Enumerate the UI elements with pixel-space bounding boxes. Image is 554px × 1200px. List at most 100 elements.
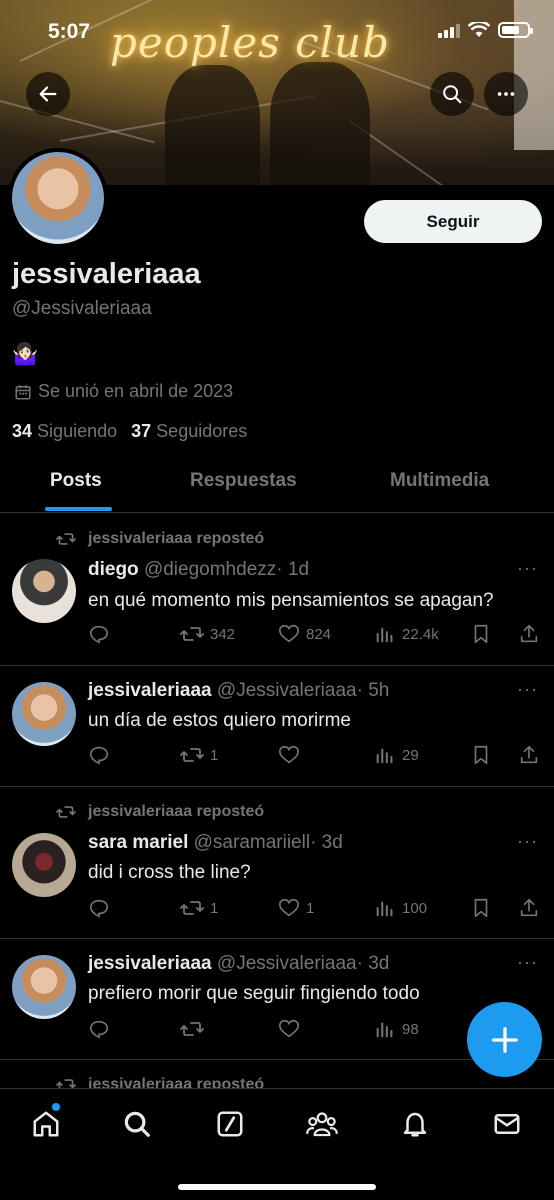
avatar[interactable]: [12, 682, 76, 746]
profile-joined: Se unió en abril de 2023: [14, 381, 233, 402]
views-button[interactable]: 100: [374, 897, 427, 919]
home-notification-dot: [52, 1103, 60, 1111]
follow-button[interactable]: Seguir: [364, 200, 542, 243]
views-count: 98: [402, 1020, 419, 1038]
repost-icon: [180, 627, 204, 641]
post-text: en qué momento mis pensamientos se apaga…: [88, 590, 494, 611]
repost-count: 1: [210, 746, 219, 764]
post-more-button[interactable]: ···: [517, 558, 538, 579]
repost-icon: [180, 901, 204, 915]
post-time: · 5h: [356, 680, 390, 701]
bookmark-button[interactable]: [470, 744, 492, 766]
views-count: 29: [402, 746, 419, 764]
repost-icon: [180, 748, 204, 762]
bookmark-icon: [474, 898, 488, 918]
profile-tabs: Posts Respuestas Multimedia: [0, 455, 554, 513]
more-options-button[interactable]: [484, 72, 528, 116]
tab-media[interactable]: Multimedia: [390, 470, 489, 492]
post-author-name[interactable]: diego: [88, 559, 139, 580]
profile-avatar[interactable]: [8, 148, 108, 248]
post-time: · 3d: [356, 953, 390, 974]
profile-handle: @Jessivaleriaaa: [12, 298, 152, 319]
reply-icon: [89, 899, 109, 918]
like-button[interactable]: [278, 1018, 300, 1040]
post-text: prefiero morir que seguir fingiendo todo: [88, 983, 420, 1004]
post-time: · 1d: [276, 559, 310, 580]
tab-replies[interactable]: Respuestas: [190, 470, 297, 492]
joined-text: Se unió en abril de 2023: [38, 381, 234, 401]
battery-icon: [498, 22, 533, 38]
post-item[interactable]: jessivaleriaaa reposteó diego @diegomhde…: [0, 514, 554, 666]
nav-home[interactable]: [29, 1107, 63, 1141]
like-count: 824: [306, 625, 332, 643]
avatar[interactable]: [12, 955, 76, 1019]
post-author-name[interactable]: jessivaleriaaa: [88, 953, 212, 974]
post-item[interactable]: jessivaleriaaa reposteó sara mariel @sar…: [0, 787, 554, 939]
like-button[interactable]: 824: [278, 623, 331, 645]
repost-icon: [180, 1022, 204, 1036]
tab-posts[interactable]: Posts: [50, 470, 102, 492]
views-icon: [376, 901, 393, 917]
repost-button[interactable]: 1: [180, 744, 218, 766]
reply-button[interactable]: [88, 1018, 110, 1040]
nav-messages[interactable]: [490, 1107, 524, 1141]
repost-button[interactable]: 1: [180, 897, 218, 919]
share-button[interactable]: [518, 744, 540, 766]
cellular-signal-icon: [438, 22, 460, 38]
post-author-name[interactable]: jessivaleriaaa: [88, 680, 212, 701]
views-button[interactable]: 22.4k: [374, 623, 439, 645]
post-more-button[interactable]: ···: [517, 952, 538, 973]
views-count: 100: [402, 899, 428, 917]
profile-display-name: jessivaleriaaa: [12, 258, 201, 290]
heart-icon: [279, 1019, 299, 1038]
status-bar: 5:07: [0, 0, 554, 60]
bell-icon: [403, 1112, 427, 1137]
views-count: 22.4k: [402, 625, 439, 643]
views-button[interactable]: 98: [374, 1018, 419, 1040]
wifi-icon: [468, 22, 490, 37]
following-link[interactable]: 34 Siguiendo: [12, 421, 117, 442]
bookmark-button[interactable]: [470, 897, 492, 919]
compose-button[interactable]: [467, 1002, 542, 1077]
repost-label: jessivaleriaaa reposteó: [56, 803, 264, 821]
share-icon: [520, 745, 538, 764]
reply-icon: [89, 746, 109, 765]
nav-communities[interactable]: [305, 1107, 339, 1141]
reply-button[interactable]: [88, 744, 110, 766]
nav-explore[interactable]: [120, 1107, 154, 1141]
views-button[interactable]: 29: [374, 744, 419, 766]
post-text: un día de estos quiero morirme: [88, 710, 351, 731]
followers-link[interactable]: 37 Seguidores: [131, 421, 247, 442]
like-button[interactable]: [278, 744, 300, 766]
post-item[interactable]: jessivaleriaaa @Jessivaleriaaa· 5h ··· u…: [0, 666, 554, 787]
post-more-button[interactable]: ···: [517, 831, 538, 852]
like-button[interactable]: 1: [278, 897, 314, 919]
avatar[interactable]: [12, 833, 76, 897]
back-button[interactable]: [26, 72, 70, 116]
share-button[interactable]: [518, 623, 540, 645]
bookmark-button[interactable]: [470, 623, 492, 645]
repost-count: 342: [210, 625, 236, 643]
post-time: · 3d: [310, 832, 343, 853]
people-icon: [306, 1112, 338, 1137]
plus-icon: [491, 1026, 518, 1053]
post-author-handle: @Jessivaleriaaa: [216, 953, 357, 974]
active-tab-indicator: [45, 507, 112, 511]
search-button[interactable]: [430, 72, 474, 116]
post-more-button[interactable]: ···: [517, 679, 538, 700]
post-author-handle: @saramariiell: [193, 832, 311, 853]
nav-grok[interactable]: [213, 1107, 247, 1141]
bookmark-icon: [474, 745, 488, 765]
repost-button[interactable]: 342: [180, 623, 235, 645]
more-horizontal-icon: [497, 92, 515, 96]
reply-button[interactable]: [88, 623, 110, 645]
reply-button[interactable]: [88, 897, 110, 919]
search-icon: [124, 1111, 150, 1137]
nav-notifications[interactable]: [398, 1107, 432, 1141]
post-author-name[interactable]: sara mariel: [88, 832, 188, 853]
avatar[interactable]: [12, 559, 76, 623]
share-button[interactable]: [518, 897, 540, 919]
views-icon: [376, 748, 393, 764]
repost-button[interactable]: [180, 1018, 204, 1040]
heart-icon: [279, 898, 299, 917]
